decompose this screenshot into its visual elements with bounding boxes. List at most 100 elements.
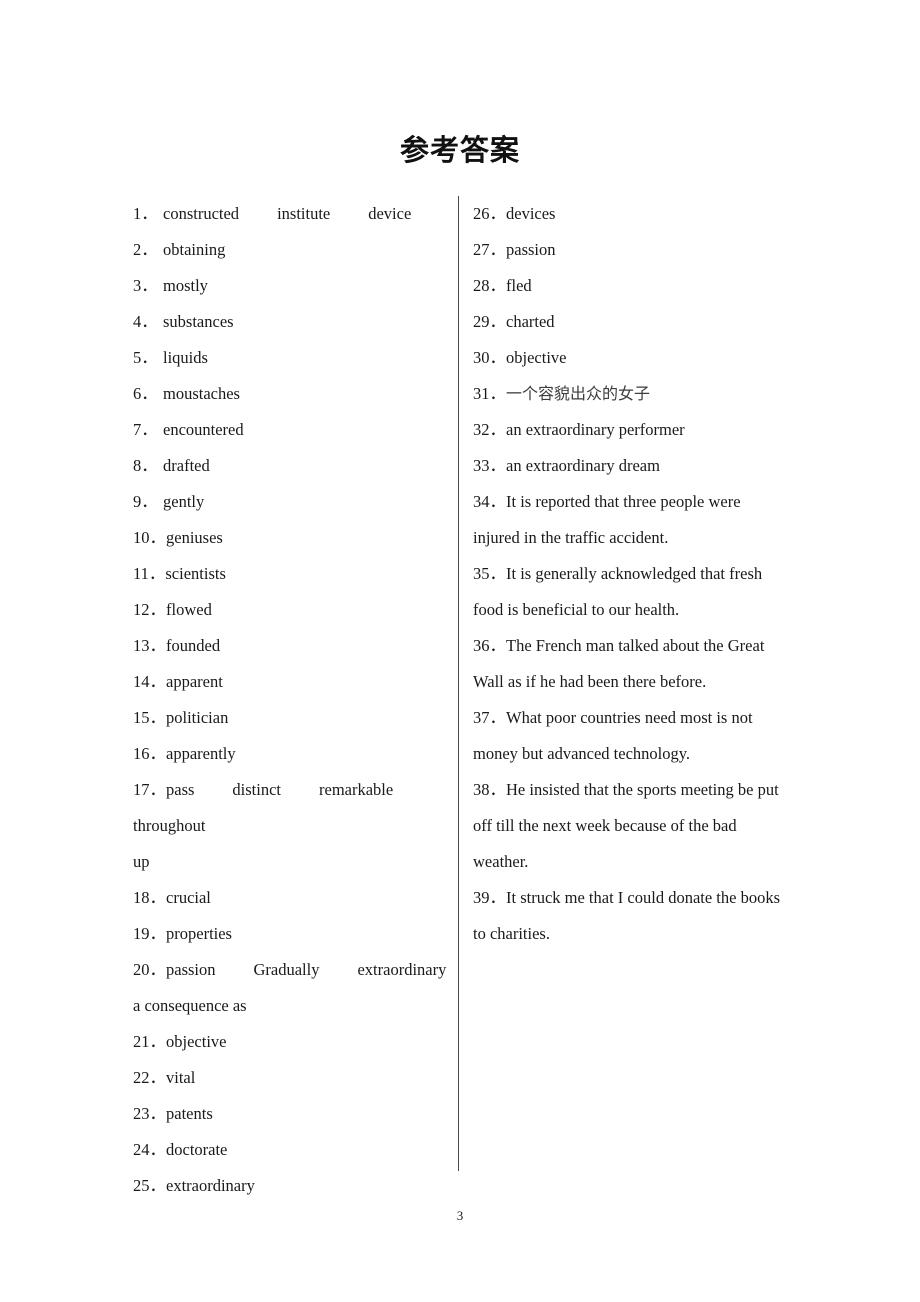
answer-value: vital	[166, 1068, 196, 1087]
answer-value: an extraordinary dream	[506, 456, 660, 475]
answer-item: 1． constructed institute device	[133, 196, 451, 232]
answer-item: 22．vital	[133, 1060, 451, 1096]
answer-value: apparently	[166, 744, 236, 763]
answer-value: patents	[166, 1104, 213, 1123]
answer-number: 29．	[473, 312, 506, 331]
answer-continuation-line: injured in the traffic accident.	[473, 528, 669, 547]
answer-number: 22．	[133, 1068, 166, 1087]
answer-item: 18．crucial	[133, 880, 451, 916]
answer-number: 21．	[133, 1032, 166, 1051]
answer-number: 5．	[133, 348, 158, 367]
answer-value: The French man talked about the Great	[506, 636, 765, 655]
answer-value: objective	[166, 1032, 227, 1051]
answer-number: 37．	[473, 708, 506, 727]
answer-item: 14．apparent	[133, 664, 451, 700]
answer-item: 19．properties	[133, 916, 451, 952]
answer-number: 36．	[473, 636, 506, 655]
answer-value: drafted	[163, 456, 210, 475]
answer-value: It is reported that three people were	[506, 492, 741, 511]
answer-number: 32．	[473, 420, 506, 439]
answer-value: scientists	[165, 564, 226, 583]
answer-number: 10．	[133, 528, 166, 547]
answer-item: 12．flowed	[133, 592, 451, 628]
answer-item: 30．objective	[473, 340, 793, 376]
answer-number: 20．	[133, 960, 166, 979]
answer-continuation-line: money but advanced technology.	[473, 744, 691, 763]
answer-item: 3． mostly	[133, 268, 451, 304]
answer-item: 17．pass distinct remarkable	[133, 772, 451, 808]
answer-continuation-line: throughout	[133, 816, 206, 835]
answer-number: 13．	[133, 636, 166, 655]
answer-value: geniuses	[166, 528, 223, 547]
answer-value: It struck me that I could donate the boo…	[506, 888, 781, 907]
answer-item: 34．It is reported that three people were	[473, 484, 793, 520]
answer-value: charted	[506, 312, 555, 331]
answer-number: 24．	[133, 1140, 166, 1159]
answer-value: devices	[506, 204, 556, 223]
answer-item: 21．objective	[133, 1024, 451, 1060]
answer-number: 35．	[473, 564, 506, 583]
answer-continuation-line: a consequence as	[133, 996, 247, 1015]
answer-item: 28．fled	[473, 268, 793, 304]
answer-item: 39．It struck me that I could donate the …	[473, 880, 793, 916]
answer-number: 28．	[473, 276, 506, 295]
answer-number: 11．	[133, 564, 166, 583]
answer-value: apparent	[166, 672, 223, 691]
answer-item: 29．charted	[473, 304, 793, 340]
answer-value: pass	[166, 780, 195, 799]
answer-item: 26．devices	[473, 196, 793, 232]
answer-item: 36．The French man talked about the Great	[473, 628, 793, 664]
answer-value: objective	[506, 348, 567, 367]
answer-number: 3．	[133, 276, 158, 295]
answer-number: 27．	[473, 240, 506, 259]
answer-value: What poor countries need most is not	[506, 708, 753, 727]
answer-number: 16．	[133, 744, 166, 763]
page-number: 3	[456, 1208, 464, 1223]
answer-continuation-line: weather.	[473, 852, 529, 871]
answers-body: 1． constructed institute device 2． obtaining 3…	[0, 196, 920, 1195]
answer-item: 8． drafted	[133, 448, 451, 484]
answer-number: 7．	[133, 420, 158, 439]
answer-number: 2．	[133, 240, 158, 259]
answer-item: 10．geniuses	[133, 520, 451, 556]
answers-column-right: 26．devices 27．passion 28．fled 29．charted 30．…	[473, 196, 793, 952]
answer-number: 38．	[473, 780, 506, 799]
answer-value: distinct	[232, 780, 282, 799]
answer-continuation-line: Wall as if he had been there before.	[473, 672, 707, 691]
answer-number: 39．	[473, 888, 506, 907]
answer-number: 30．	[473, 348, 506, 367]
answer-value: mostly	[163, 276, 208, 295]
column-divider	[458, 196, 459, 1171]
answer-value: properties	[166, 924, 232, 943]
answer-item: 33．an extraordinary dream	[473, 448, 793, 484]
answer-item: 6． moustaches	[133, 376, 451, 412]
answer-item: 32．an extraordinary performer	[473, 412, 793, 448]
answer-continuation-line: food is beneficial to our health.	[473, 600, 680, 619]
answer-value: device	[368, 204, 412, 223]
answer-key-page: 参考答案 1． constructed institute device 2． obtai…	[0, 0, 920, 1302]
answer-number: 31．	[473, 384, 506, 403]
answer-value: extraordinary	[166, 1176, 255, 1195]
page-title: 参考答案	[399, 133, 520, 168]
answer-value: an extraordinary performer	[506, 420, 685, 439]
answer-number: 8．	[133, 456, 158, 475]
answer-item: 24．doctorate	[133, 1132, 451, 1168]
answer-value: crucial	[166, 888, 211, 907]
answer-number: 4．	[133, 312, 158, 331]
answer-value: encountered	[163, 420, 244, 439]
answer-item: 2． obtaining	[133, 232, 451, 268]
answer-value: 一个容貌出众的女子	[506, 384, 651, 403]
answer-number: 12．	[133, 600, 166, 619]
answer-value: gently	[163, 492, 205, 511]
answer-item: 20．passion Gradually extraordinary	[133, 952, 451, 988]
answer-value: doctorate	[166, 1140, 228, 1159]
answer-item: 35．It is generally acknowledged that fre…	[473, 556, 793, 592]
answer-value: He insisted that the sports meeting be p…	[506, 780, 779, 799]
answer-number: 6．	[133, 384, 158, 403]
answer-value: substances	[163, 312, 234, 331]
answer-value: remarkable	[319, 780, 394, 799]
answer-item: 9． gently	[133, 484, 451, 520]
answer-number: 26．	[473, 204, 506, 223]
answer-item: 7． encountered	[133, 412, 451, 448]
answer-value: It is generally acknowledged that fresh	[506, 564, 763, 583]
